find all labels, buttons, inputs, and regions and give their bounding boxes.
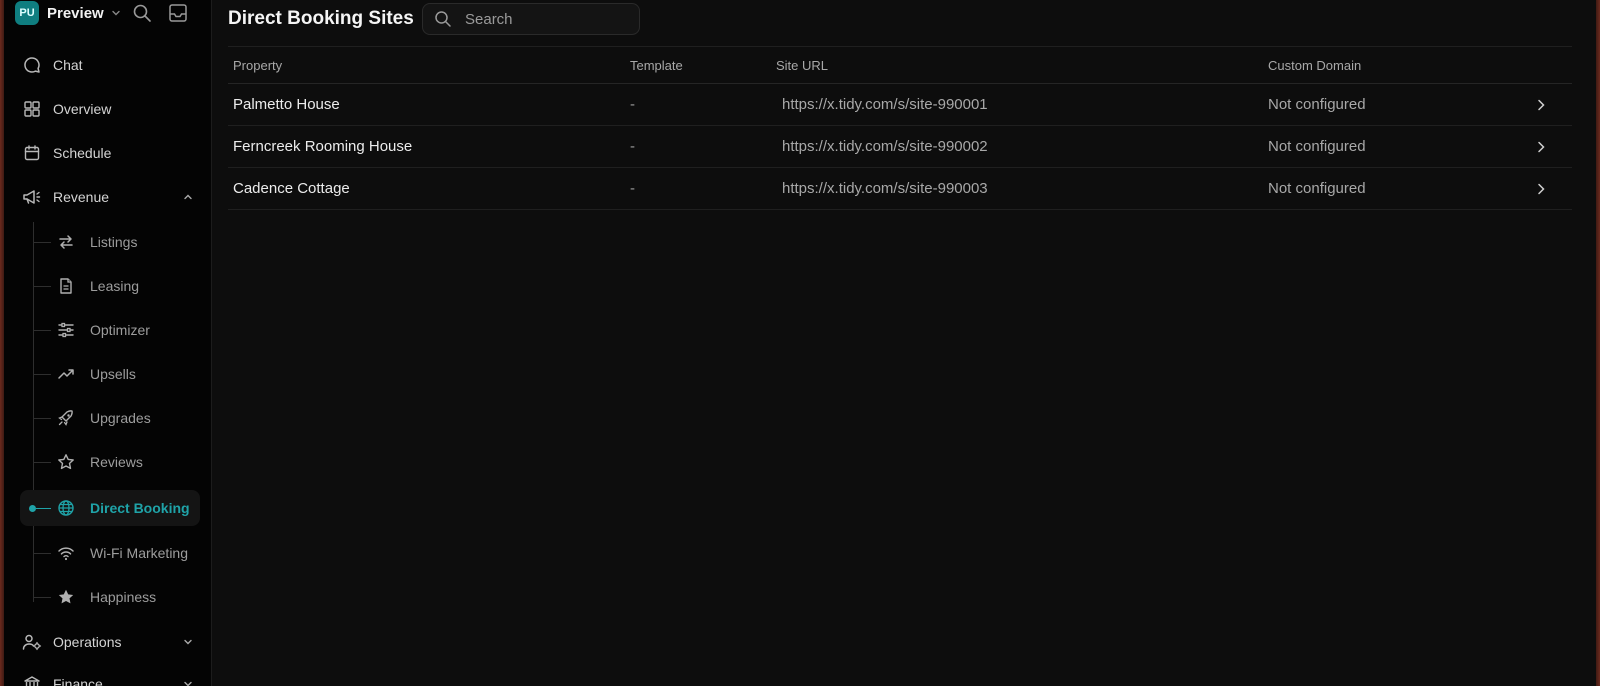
sidebar-subitem-label: Optimizer	[90, 322, 150, 338]
tree-tick	[33, 462, 51, 463]
search-box[interactable]	[422, 3, 640, 35]
rocket-icon	[57, 409, 75, 427]
sidebar-item-finance[interactable]: Finance	[16, 666, 200, 686]
table-header: Property Template Site URL Custom Domain	[228, 47, 1572, 84]
sidebar-item-wifi-marketing[interactable]: Wi-Fi Marketing	[20, 535, 200, 571]
site-url-link[interactable]: https://x.tidy.com/s/site-990003	[782, 168, 988, 209]
wifi-icon	[57, 544, 75, 562]
column-header-custom-domain[interactable]: Custom Domain	[1268, 47, 1361, 83]
column-header-template[interactable]: Template	[630, 47, 683, 83]
chevron-right-icon[interactable]	[1534, 126, 1548, 167]
globe-icon	[57, 499, 75, 517]
site-url-link[interactable]: https://x.tidy.com/s/site-990001	[782, 84, 988, 125]
chevron-down-icon	[110, 7, 122, 19]
page-title: Direct Booking Sites	[228, 8, 414, 29]
sidebar-item-label: Chat	[53, 57, 83, 73]
workspace-avatar: PU	[15, 1, 39, 25]
custom-domain-status: Not configured	[1268, 180, 1366, 197]
tree-tick	[33, 418, 51, 419]
search-icon[interactable]	[132, 3, 152, 23]
property-name: Palmetto House	[233, 96, 340, 113]
inbox-icon[interactable]	[168, 3, 188, 23]
sidebar-subitem-label: Upsells	[90, 366, 136, 382]
sidebar-item-overview[interactable]: Overview	[16, 91, 200, 127]
megaphone-icon	[20, 188, 44, 206]
document-icon	[57, 277, 75, 295]
star-outline-icon	[57, 453, 75, 471]
workspace-name: Preview	[47, 4, 104, 22]
sidebar-item-leasing[interactable]: Leasing	[20, 268, 200, 304]
sidebar-item-listings[interactable]: Listings	[20, 224, 200, 260]
custom-domain-status: Not configured	[1268, 138, 1366, 155]
bank-icon	[20, 675, 44, 686]
sidebar-subitem-label: Listings	[90, 234, 138, 250]
main-content: Direct Booking Sites Property Template S…	[212, 0, 1596, 686]
sidebar-subitem-label: Direct Booking	[90, 500, 190, 516]
sidebar-item-reviews[interactable]: Reviews	[20, 444, 200, 480]
tree-tick	[33, 597, 51, 598]
sidebar-item-optimizer[interactable]: Optimizer	[20, 312, 200, 348]
people-gear-icon	[20, 633, 44, 651]
chevron-up-icon	[182, 191, 194, 203]
star-filled-icon	[57, 588, 75, 606]
sidebar-item-label: Schedule	[53, 145, 112, 161]
sidebar-subitem-label: Upgrades	[90, 410, 151, 426]
trending-up-icon	[57, 365, 75, 383]
app-window: PU Preview Chat Overview Schedule Revenu…	[4, 0, 1596, 686]
sidebar-item-direct-booking[interactable]: Direct Booking	[20, 490, 200, 526]
sidebar: PU Preview Chat Overview Schedule Revenu…	[4, 0, 212, 686]
sidebar-item-chat[interactable]: Chat	[16, 47, 200, 83]
grid-icon	[20, 100, 44, 118]
template-value: -	[630, 96, 635, 113]
column-header-site-url[interactable]: Site URL	[776, 47, 828, 83]
tree-tick	[33, 374, 51, 375]
swap-arrows-icon	[57, 233, 75, 251]
sidebar-item-label: Operations	[53, 634, 122, 650]
custom-domain-status: Not configured	[1268, 96, 1366, 113]
chevron-down-icon	[182, 636, 194, 648]
tree-tick	[36, 508, 51, 509]
tree-tick	[33, 330, 51, 331]
workspace-switcher[interactable]: PU Preview	[4, 0, 122, 26]
sidebar-item-label: Revenue	[53, 189, 110, 205]
sidebar-item-label: Overview	[53, 101, 112, 117]
sidebar-item-happiness[interactable]: Happiness	[20, 579, 200, 615]
template-value: -	[630, 138, 635, 155]
sidebar-item-revenue[interactable]: Revenue	[16, 179, 200, 215]
tree-tick	[33, 553, 51, 554]
table-row[interactable]: Cadence Cottage - https://x.tidy.com/s/s…	[228, 168, 1572, 210]
chevron-right-icon[interactable]	[1534, 84, 1548, 125]
sliders-icon	[57, 321, 75, 339]
site-url-link[interactable]: https://x.tidy.com/s/site-990002	[782, 126, 988, 167]
property-name: Cadence Cottage	[233, 180, 350, 197]
chevron-right-icon[interactable]	[1534, 168, 1548, 209]
chevron-down-icon	[182, 678, 194, 686]
sidebar-item-schedule[interactable]: Schedule	[16, 135, 200, 171]
table-row[interactable]: Palmetto House - https://x.tidy.com/s/si…	[228, 84, 1572, 126]
search-input[interactable]	[465, 10, 615, 28]
property-name: Ferncreek Rooming House	[233, 138, 413, 155]
chat-bubble-icon	[20, 56, 44, 74]
sidebar-subitem-label: Wi-Fi Marketing	[90, 545, 189, 561]
tree-tick	[33, 286, 51, 287]
sidebar-subitem-label: Leasing	[90, 278, 140, 294]
template-value: -	[630, 180, 635, 197]
sites-table: Property Template Site URL Custom Domain…	[228, 46, 1572, 210]
tree-tick	[33, 242, 51, 243]
active-indicator-dot	[29, 505, 36, 512]
calendar-icon	[20, 144, 44, 162]
table-row[interactable]: Ferncreek Rooming House - https://x.tidy…	[228, 126, 1572, 168]
column-header-property[interactable]: Property	[233, 47, 282, 83]
sidebar-item-upgrades[interactable]: Upgrades	[20, 400, 200, 436]
sidebar-item-operations[interactable]: Operations	[16, 624, 200, 660]
sidebar-item-upsells[interactable]: Upsells	[20, 356, 200, 392]
sidebar-subitem-label: Happiness	[90, 589, 157, 605]
sidebar-subitem-label: Reviews	[90, 454, 143, 470]
search-icon	[434, 10, 452, 28]
sidebar-item-label: Finance	[53, 676, 103, 686]
